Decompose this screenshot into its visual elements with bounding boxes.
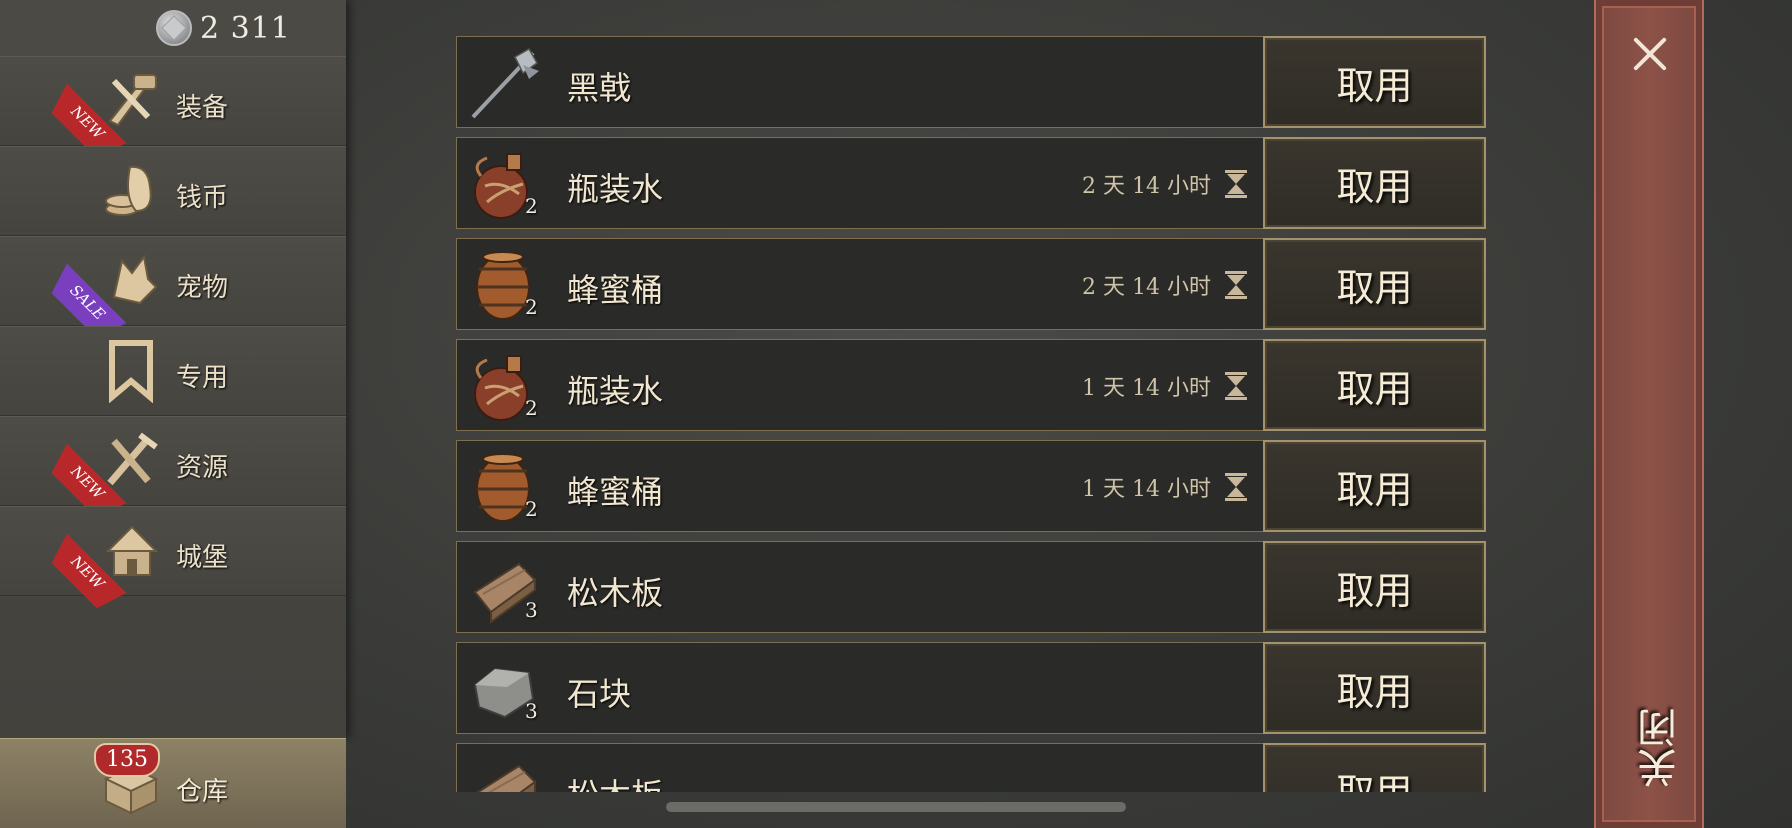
item-row: 2 蜂蜜桶 1 天 14 小时 取用 [456,440,1486,532]
item-name: 瓶装水 [567,170,664,208]
sidebar-item-label: 装备 [176,93,229,123]
item-count: 2 [525,194,538,218]
take-button[interactable]: 取用 [1263,440,1486,532]
item-count: 3 [525,699,538,723]
item-timer: 2 天 14 小时 [1082,168,1247,200]
timer-text: 1 天 14 小时 [1082,477,1211,502]
currency-display: 2 311 [156,8,291,48]
sidebar-item-label: 宠物 [176,273,229,303]
plank-icon [467,752,543,792]
take-button[interactable]: 取用 [1263,339,1486,431]
hourglass-icon [1225,473,1247,501]
item-name: 石块 [567,675,632,713]
item-info: 2 蜂蜜桶 1 天 14 小时 [456,440,1263,532]
category-sidebar: 2 311 NEW 装备钱币 SALE 宠物专用 NEW 资源 NEW 城堡 [0,0,346,738]
item-row: 3 石块 取用 [456,642,1486,734]
sidebar-item-2[interactable]: SALE 宠物 [0,236,346,326]
item-info: 3 石块 [456,642,1263,734]
timer-text: 1 天 14 小时 [1082,376,1211,401]
sidebar-item-label: 仓库 [176,777,229,807]
take-button[interactable]: 取用 [1263,642,1486,734]
item-name: 松木板 [567,574,664,612]
castle-icon [100,517,162,583]
item-row: 松木板 取用 [456,743,1486,792]
sidebar-item-1[interactable]: 钱币 [0,146,346,236]
currency-value: 2 311 [200,10,291,46]
sidebar-item-5[interactable]: NEW 城堡 [0,506,346,596]
pet-icon [100,247,162,313]
item-info: 2 瓶装水 1 天 14 小时 [456,339,1263,431]
item-count: 2 [525,497,538,521]
close-icon[interactable] [1630,34,1670,74]
take-button[interactable]: 取用 [1263,137,1486,229]
item-count: 2 [525,396,538,420]
category-nav: NEW 装备钱币 SALE 宠物专用 NEW 资源 NEW 城堡 [0,56,346,596]
item-row: 黑戟 取用 [456,36,1486,128]
hourglass-icon [1225,372,1247,400]
item-timer: 1 天 14 小时 [1082,370,1247,402]
timer-text: 2 天 14 小时 [1082,275,1211,300]
sidebar-item-storage[interactable]: 135 仓库 [0,738,346,828]
sidebar-item-label: 城堡 [176,543,229,573]
storage-item-list[interactable]: 黑戟 取用 2 瓶装水 2 天 14 小时 取用 2 蜂蜜桶 2 天 14 小时 取用 2 瓶装水 1 … [456,36,1486,792]
item-name: 黑戟 [567,69,632,107]
close-label: 关闭 [1638,708,1684,788]
storage-count-badge: 135 [94,743,160,777]
sidebar-item-4[interactable]: NEW 资源 [0,416,346,506]
coins-icon [100,157,162,223]
resources-icon [100,427,162,493]
item-info: 黑戟 [456,36,1263,128]
item-name: 蜂蜜桶 [567,271,664,309]
take-button[interactable]: 取用 [1263,36,1486,128]
silver-coin-icon [156,10,192,46]
item-timer: 2 天 14 小时 [1082,269,1247,301]
item-row: 2 瓶装水 1 天 14 小时 取用 [456,339,1486,431]
item-name: 瓶装水 [567,372,664,410]
item-row: 3 松木板 取用 [456,541,1486,633]
item-row: 2 瓶装水 2 天 14 小时 取用 [456,137,1486,229]
close-panel[interactable]: 关闭 [1594,0,1704,828]
take-button[interactable]: 取用 [1263,238,1486,330]
item-row: 2 蜂蜜桶 2 天 14 小时 取用 [456,238,1486,330]
item-info: 2 蜂蜜桶 2 天 14 小时 [456,238,1263,330]
hourglass-icon [1225,170,1247,198]
sidebar-item-label: 专用 [176,363,229,393]
item-info: 3 松木板 [456,541,1263,633]
bookmark-icon [100,337,162,403]
hourglass-icon [1225,271,1247,299]
item-timer: 1 天 14 小时 [1082,471,1247,503]
sidebar-item-0[interactable]: NEW 装备 [0,56,346,146]
item-info: 2 瓶装水 2 天 14 小时 [456,137,1263,229]
item-info: 松木板 [456,743,1263,792]
equipment-icon [100,67,162,133]
home-indicator [666,802,1126,812]
sidebar-item-label: 钱币 [176,183,229,213]
halberd-icon [467,45,543,121]
item-count: 3 [525,598,538,622]
take-button[interactable]: 取用 [1263,541,1486,633]
item-name: 松木板 [567,770,663,792]
sidebar-item-label: 资源 [176,453,229,483]
sidebar-item-3[interactable]: 专用 [0,326,346,416]
take-button[interactable]: 取用 [1263,743,1486,792]
timer-text: 2 天 14 小时 [1082,174,1211,199]
item-count: 2 [525,295,538,319]
item-name: 蜂蜜桶 [567,473,664,511]
